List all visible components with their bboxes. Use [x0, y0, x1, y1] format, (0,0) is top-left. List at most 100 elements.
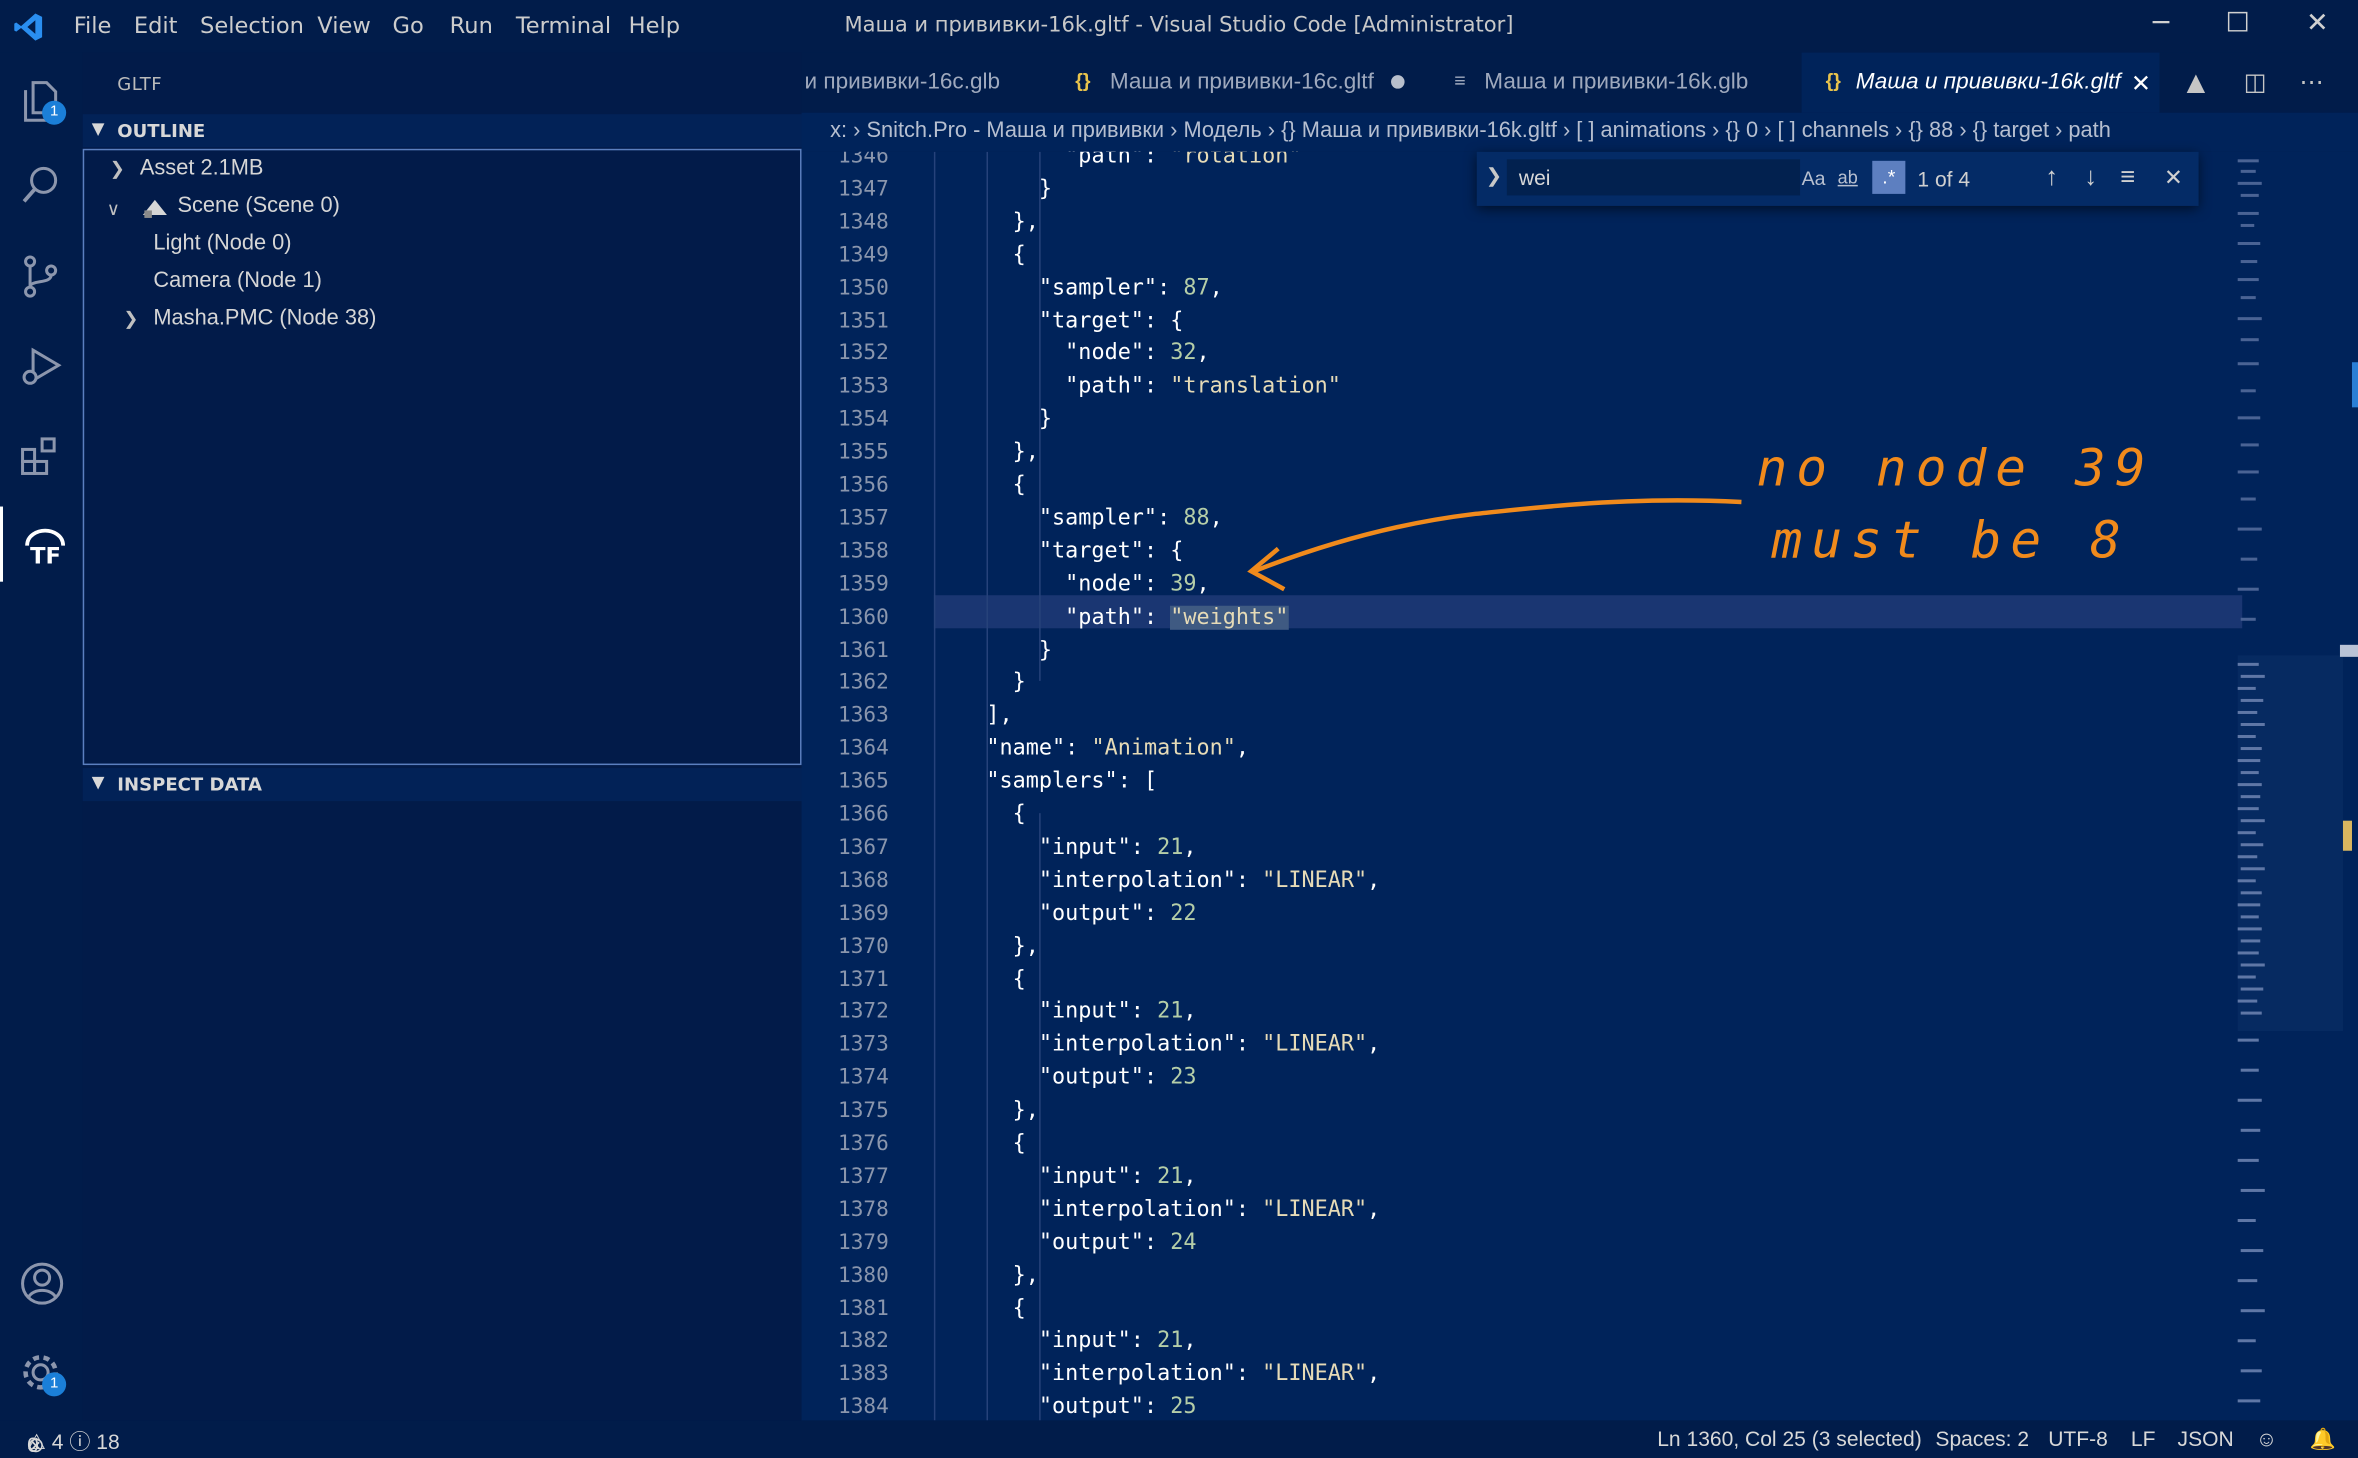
- tab-16c-gltf[interactable]: {} Маша и прививки-16c.gltf: [1054, 53, 1418, 113]
- status-bar: ⊗ 0 ⚠ 4 ⓘ 18 Ln 1360, Col 25 (3 selected…: [0, 1420, 2358, 1458]
- indentation[interactable]: Spaces: 2: [1935, 1426, 2029, 1450]
- explorer-button[interactable]: 1: [0, 60, 83, 135]
- gltf-preview-icon[interactable]: ▲: [2187, 68, 2206, 97]
- error-count: 0: [27, 1432, 39, 1457]
- code-separator: :: [1143, 572, 1171, 597]
- close-find-icon[interactable]: ✕: [2164, 164, 2183, 191]
- accounts-button[interactable]: [0, 1243, 83, 1318]
- manage-button[interactable]: 1: [0, 1333, 83, 1408]
- code-punctuation: {: [1012, 802, 1026, 827]
- split-editor-icon[interactable]: ◫: [2244, 68, 2267, 97]
- code-punctuation: ,: [1209, 275, 1223, 301]
- problems-indicator[interactable]: ⊗ 0 ⚠ 4 ⓘ 18: [27, 1426, 120, 1456]
- json-number: 87: [1183, 275, 1210, 301]
- menu-go[interactable]: Go: [392, 12, 423, 39]
- close-tab-icon[interactable]: ✕: [2131, 69, 2151, 99]
- line-ending[interactable]: LF: [2131, 1426, 2156, 1450]
- settings-badge: 1: [42, 1372, 67, 1397]
- source-control-icon: [24, 255, 58, 298]
- search-button[interactable]: [0, 146, 83, 221]
- code-separator: :: [1143, 1230, 1171, 1255]
- code-punctuation: {: [1170, 539, 1184, 564]
- inspect-section-header[interactable]: ▼ INSPECT DATA: [82, 768, 802, 802]
- next-match-icon[interactable]: ↓: [2084, 162, 2097, 192]
- code-punctuation: {: [1012, 243, 1026, 268]
- search-icon: [22, 166, 58, 203]
- editor-tabs: и прививки-16c.glb {} Маша и прививки-16…: [801, 52, 2358, 113]
- line-number: 1368: [838, 868, 889, 893]
- code-line: "node": 32,: [934, 341, 1209, 366]
- menu-edit[interactable]: Edit: [134, 12, 178, 39]
- toggle-replace-icon[interactable]: ❯: [1486, 164, 1502, 188]
- menu-selection[interactable]: Selection: [200, 12, 304, 39]
- tab-label: и прививки-16c.glb: [804, 69, 1001, 95]
- line-number: 1373: [838, 1033, 889, 1058]
- line-number: 1371: [838, 967, 889, 992]
- code-editor[interactable]: 1346 "path": "rotation" 1347 } 1348 }, 1349…: [801, 151, 2358, 1421]
- find-input[interactable]: wei: [1506, 159, 1801, 196]
- source-control-button[interactable]: [0, 236, 83, 311]
- json-number: 39: [1170, 572, 1197, 597]
- line-number: 1350: [838, 275, 889, 301]
- json-key: "node": [1065, 572, 1144, 597]
- menu-view[interactable]: View: [317, 12, 371, 39]
- minimap[interactable]: [2223, 152, 2358, 1421]
- match-case-toggle[interactable]: Aa: [1802, 167, 1826, 190]
- notifications-icon[interactable]: 🔔: [2310, 1426, 2336, 1452]
- breadcrumb[interactable]: x: › Snitch.Pro - Маша и прививки › Моде…: [801, 112, 2358, 152]
- minimize-button[interactable]: ─: [2138, 8, 2183, 44]
- feedback-icon[interactable]: ☺: [2256, 1426, 2278, 1450]
- line-number: 1361: [838, 638, 889, 663]
- extensions-button[interactable]: [0, 416, 83, 491]
- menu-help[interactable]: Help: [629, 12, 680, 39]
- run-debug-button[interactable]: [0, 326, 83, 401]
- tab-label: Маша и прививки-16k.glb: [1484, 69, 1749, 95]
- more-actions-icon[interactable]: ⋯: [2299, 68, 2323, 97]
- tree-item-light[interactable]: Light (Node 0): [84, 228, 800, 266]
- menu-terminal[interactable]: Terminal: [516, 12, 611, 39]
- json-key: "node": [1065, 341, 1144, 366]
- find-in-selection-icon[interactable]: ≡: [2120, 162, 2135, 192]
- tree-item-camera[interactable]: Camera (Node 1): [84, 266, 800, 304]
- menu-file[interactable]: File: [74, 12, 112, 39]
- tab-16k-gltf[interactable]: {} Маша и прививки-16k.gltf ✕: [1801, 52, 2160, 113]
- code-line: },: [934, 934, 1039, 958]
- regex-toggle[interactable]: .*: [1872, 160, 1906, 194]
- tree-item-asset[interactable]: ❯ Asset 2.1MB: [84, 153, 800, 191]
- previous-match-icon[interactable]: ↑: [2045, 162, 2058, 192]
- tab-16c-glb-partial[interactable]: и прививки-16c.glb: [802, 53, 1050, 113]
- warning-count: 4: [51, 1429, 64, 1454]
- maximize-button[interactable]: ☐: [2215, 8, 2260, 44]
- code-line: "target": {: [934, 309, 1183, 333]
- encoding[interactable]: UTF-8: [2048, 1426, 2108, 1450]
- json-string: "LINEAR": [1262, 1362, 1368, 1387]
- cursor-position[interactable]: Ln 1360, Col 25 (3 selected): [1657, 1426, 1922, 1450]
- gltf-button[interactable]: TF: [0, 506, 86, 582]
- close-window-button[interactable]: ✕: [2295, 8, 2340, 44]
- outline-section-header[interactable]: ▼ OUTLINE: [82, 114, 802, 148]
- outline-title: OUTLINE: [117, 120, 206, 142]
- language-mode[interactable]: JSON: [2178, 1426, 2234, 1450]
- tree-item-masha[interactable]: ❯ Masha.PMC (Node 38): [84, 304, 800, 342]
- tab-16k-glb[interactable]: ≡ Маша и прививки-16k.glb: [1424, 53, 1798, 113]
- json-key: "target": [1038, 539, 1144, 564]
- code-punctuation: [: [1143, 769, 1158, 794]
- line-number: 1347: [838, 177, 889, 202]
- code-punctuation: ,: [1183, 1000, 1197, 1025]
- tree-item-scene[interactable]: ∨ Scene (Scene 0): [84, 191, 800, 229]
- json-string: "LINEAR": [1262, 1033, 1368, 1058]
- menu-run[interactable]: Run: [450, 12, 493, 39]
- whole-word-toggle[interactable]: ab: [1838, 167, 1858, 188]
- json-key: "output": [1038, 1395, 1144, 1420]
